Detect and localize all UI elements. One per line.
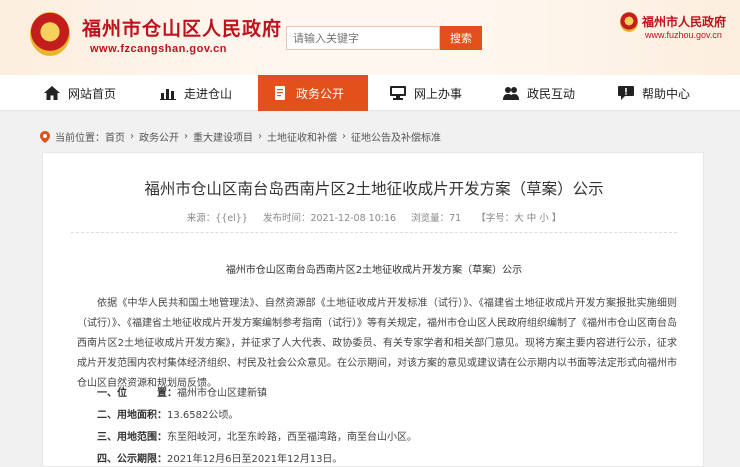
breadcrumb: 当前位置： 首页 › 政务公开 › 重大建设项目 › 土地征收和补偿 › 征地公… [40, 129, 441, 144]
article-paragraph: 依据《中华人民共和国土地管理法》、自然资源部《土地征收成片开发标准（试行）》、《… [77, 298, 677, 389]
monitor-icon [390, 86, 406, 100]
nav-label: 网上办事 [414, 86, 463, 101]
chat-icon [618, 86, 634, 100]
city-site-link[interactable]: 福州市人民政府 [642, 13, 726, 30]
item-label: 一、位 置： [97, 388, 177, 399]
breadcrumb-separator: › [130, 131, 134, 142]
item-label: 三、用地范围： [97, 432, 167, 443]
site-header: 福州市仓山区人民政府 www.fzcangshan.gov.cn 搜索 福州市人… [0, 0, 740, 75]
article-meta: 来源：{{el}} 发布时间：2021-12-08 10:16 浏览量：71 【… [43, 210, 705, 224]
nav-item-about[interactable]: 走进仓山 [160, 75, 232, 111]
nav-label: 政务公开 [296, 86, 345, 101]
main-nav: 网站首页 走进仓山 政务公开 网上办事 政民互动 帮助中心 [0, 75, 740, 111]
article-title: 福州市仓山区南台岛西南片区2土地征收成片开发方案（草案）公示 [144, 180, 604, 198]
national-emblem-icon [30, 12, 70, 56]
item-value: 福州市仓山区建新镇 [177, 388, 267, 399]
nav-label: 网站首页 [68, 86, 117, 101]
article-view-count: 浏览量：71 [411, 213, 462, 224]
city-site-url: www.fuzhou.gov.cn [645, 30, 722, 40]
breadcrumb-prefix: 当前位置： [55, 133, 105, 144]
nav-label: 帮助中心 [642, 86, 691, 101]
home-icon [44, 86, 60, 100]
divider [71, 232, 677, 233]
item-value: 2021年12月6日至2021年12月13日。 [167, 454, 343, 465]
site-url: www.fzcangshan.gov.cn [90, 43, 228, 55]
chart-icon [160, 86, 176, 100]
breadcrumb-item-land-acquisition[interactable]: 土地征收和补偿 [267, 129, 337, 144]
list-item: 二、用地面积：13.6582公顷。 [97, 405, 417, 427]
item-value: 东至阳岐河，北至东岭路，西至福湾路，南至台山小区。 [167, 432, 417, 443]
breadcrumb-separator: › [258, 131, 262, 142]
article-published-time: 发布时间：2021-12-08 10:16 [262, 213, 397, 224]
nav-item-gov-affairs[interactable]: 政务公开 [258, 75, 368, 111]
breadcrumb-item-announcements[interactable]: 征地公告及补偿标准 [351, 129, 441, 144]
list-item: 一、位 置：福州市仓山区建新镇 [97, 383, 417, 405]
item-value: 13.6582公顷。 [167, 410, 239, 421]
article-source: 来源：{{el}} [186, 213, 248, 224]
search-button[interactable]: 搜索 [440, 26, 482, 50]
nav-label: 走进仓山 [184, 86, 233, 101]
article-subtitle: 福州市仓山区南台岛西南片区2土地征收成片开发方案（草案）公示 [225, 265, 523, 276]
item-label: 四、公示期限： [97, 454, 167, 465]
document-icon [272, 86, 288, 100]
nav-item-online-services[interactable]: 网上办事 [390, 75, 462, 111]
list-item: 四、公示期限：2021年12月6日至2021年12月13日。 [97, 449, 417, 467]
article-info-list: 一、位 置：福州市仓山区建新镇 二、用地面积：13.6582公顷。 三、用地范围… [97, 383, 417, 467]
article-panel: 福州市仓山区南台岛西南片区2土地征收成片开发方案（草案）公示 来源：{{el}}… [42, 152, 704, 467]
nav-item-home[interactable]: 网站首页 [44, 75, 116, 111]
breadcrumb-item-major-projects[interactable]: 重大建设项目 [193, 129, 253, 144]
nav-item-help[interactable]: 帮助中心 [618, 75, 690, 111]
search-input[interactable] [286, 26, 440, 50]
nav-label: 政民互动 [527, 86, 576, 101]
breadcrumb-item-home[interactable]: 首页 [105, 129, 125, 144]
breadcrumb-separator: › [342, 131, 346, 142]
breadcrumb-separator: › [184, 131, 188, 142]
nav-item-interaction[interactable]: 政民互动 [503, 75, 575, 111]
item-label: 二、用地面积： [97, 410, 167, 421]
city-emblem-icon [620, 12, 638, 32]
breadcrumb-item-gov-affairs[interactable]: 政务公开 [139, 129, 179, 144]
font-size-control[interactable]: 【字号：大 中 小 】 [476, 213, 561, 224]
location-pin-icon [40, 130, 50, 143]
site-name[interactable]: 福州市仓山区人民政府 [82, 14, 282, 41]
people-icon [503, 86, 519, 100]
list-item: 三、用地范围：东至阳岐河，北至东岭路，西至福湾路，南至台山小区。 [97, 427, 417, 449]
